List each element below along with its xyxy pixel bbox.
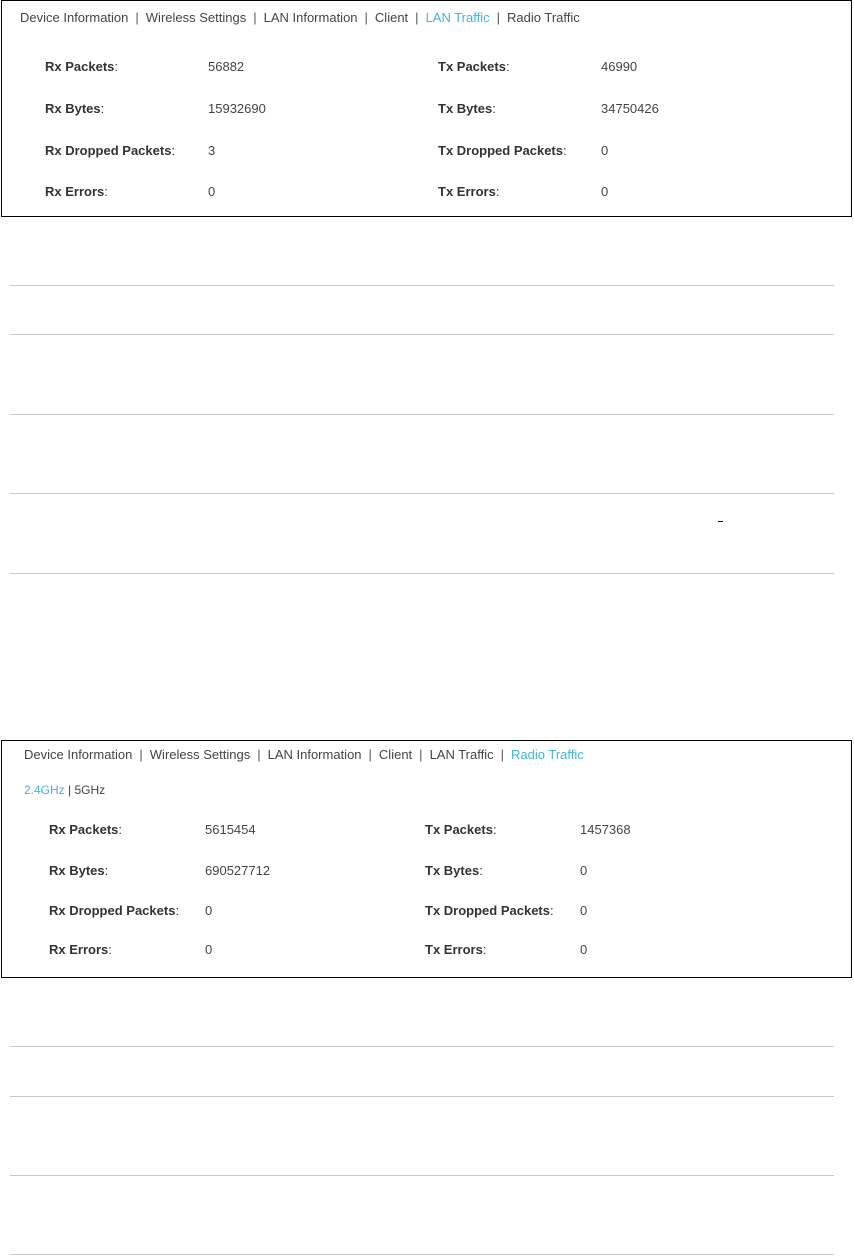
rx-errors-value: 0 xyxy=(208,184,216,199)
tab-separator: | xyxy=(253,10,257,25)
tab-device-information[interactable]: Device Information xyxy=(24,747,132,762)
rx-dropped-packets-label: Rx Dropped Packets: xyxy=(49,903,180,918)
rx-bytes-label: Rx Bytes: xyxy=(45,101,105,116)
divider xyxy=(10,414,834,415)
lan-traffic-panel: Device Information | Wireless Settings | LAN… xyxy=(1,0,852,217)
divider xyxy=(10,334,834,335)
rx-packets-value: 56882 xyxy=(208,59,245,74)
tab-separator: | xyxy=(419,747,423,762)
rx-bytes-value: 15932690 xyxy=(208,101,266,116)
tx-dropped-packets-label: Tx Dropped Packets: xyxy=(425,903,554,918)
tab-wireless-settings[interactable]: Wireless Settings xyxy=(150,747,250,762)
band-separator: | xyxy=(68,783,72,797)
rx-errors-label: Rx Errors: xyxy=(49,942,112,957)
tx-bytes-value: 34750426 xyxy=(601,101,659,116)
tab-separator: | xyxy=(139,747,143,762)
radio-traffic-panel: Device Information | Wireless Settings | LAN… xyxy=(1,740,852,978)
band-5ghz-link[interactable]: 5GHz xyxy=(75,783,106,797)
tab-separator: | xyxy=(364,10,368,25)
rx-bytes-value: 690527712 xyxy=(205,863,271,878)
tx-errors-label: Tx Errors: xyxy=(438,184,500,199)
tx-packets-value: 46990 xyxy=(601,59,638,74)
tab-separator: | xyxy=(415,10,419,25)
rx-packets-label: Rx Packets: xyxy=(45,59,119,74)
tab-bar: Device Information | Wireless Settings | LAN… xyxy=(20,10,580,25)
tx-bytes-label: Tx Bytes: xyxy=(425,863,483,878)
tx-dropped-packets-label: Tx Dropped Packets: xyxy=(438,143,567,158)
rx-bytes-label: Rx Bytes: xyxy=(49,863,109,878)
tx-packets-label: Tx Packets: xyxy=(425,822,497,837)
tab-lan-traffic[interactable]: LAN Traffic xyxy=(430,747,494,762)
tx-dropped-packets-value: 0 xyxy=(601,143,609,158)
divider xyxy=(10,493,834,494)
divider xyxy=(10,1175,834,1176)
divider xyxy=(10,285,834,286)
tab-separator: | xyxy=(496,10,501,25)
rx-errors-value: 0 xyxy=(205,942,213,957)
tab-lan-information[interactable]: LAN Information xyxy=(264,10,358,25)
tab-wireless-settings[interactable]: Wireless Settings xyxy=(146,10,246,25)
tx-packets-label: Tx Packets: xyxy=(438,59,510,74)
divider xyxy=(10,573,834,574)
tab-client[interactable]: Client xyxy=(379,747,412,762)
tab-lan-traffic[interactable]: LAN Traffic xyxy=(426,10,490,25)
tab-radio-traffic[interactable]: Radio Traffic xyxy=(511,747,584,762)
stray-tick-mark xyxy=(718,521,723,522)
tab-device-information[interactable]: Device Information xyxy=(20,10,128,25)
divider xyxy=(10,1046,834,1047)
tx-errors-value: 0 xyxy=(580,942,588,957)
rx-dropped-packets-value: 3 xyxy=(208,143,216,158)
tab-client[interactable]: Client xyxy=(375,10,408,25)
tab-bar: Device Information | Wireless Settings | LAN… xyxy=(24,747,584,762)
tab-separator: | xyxy=(257,747,261,762)
divider xyxy=(10,1096,834,1097)
tab-separator: | xyxy=(500,747,505,762)
rx-packets-value: 5615454 xyxy=(205,822,256,837)
tab-radio-traffic[interactable]: Radio Traffic xyxy=(507,10,580,25)
tx-errors-value: 0 xyxy=(601,184,609,199)
rx-dropped-packets-value: 0 xyxy=(205,903,213,918)
tab-separator: | xyxy=(135,10,139,25)
rx-dropped-packets-label: Rx Dropped Packets: xyxy=(45,143,176,158)
tab-separator: | xyxy=(368,747,372,762)
band-selector: 2.4GHz | 5GHz xyxy=(24,783,105,797)
rx-errors-label: Rx Errors: xyxy=(45,184,108,199)
tx-errors-label: Tx Errors: xyxy=(425,942,487,957)
tx-packets-value: 1457368 xyxy=(580,822,631,837)
tx-dropped-packets-value: 0 xyxy=(580,903,588,918)
rx-packets-label: Rx Packets: xyxy=(49,822,123,837)
tab-lan-information[interactable]: LAN Information xyxy=(268,747,362,762)
divider xyxy=(10,1254,834,1255)
tx-bytes-value: 0 xyxy=(580,863,588,878)
band-2-4ghz-link[interactable]: 2.4GHz xyxy=(24,783,65,797)
tx-bytes-label: Tx Bytes: xyxy=(438,101,496,116)
